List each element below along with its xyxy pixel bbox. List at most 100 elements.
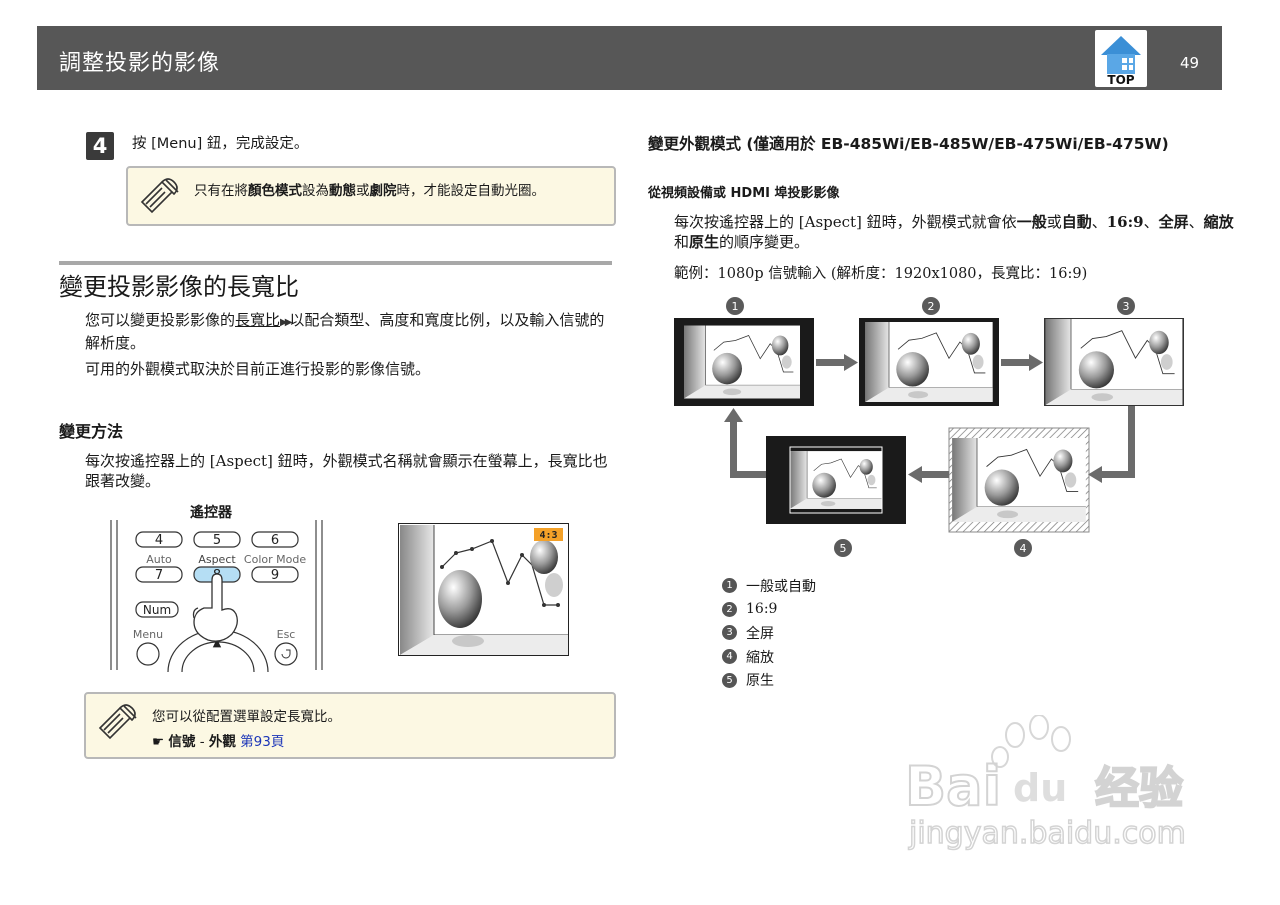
mode-zoom-frame bbox=[948, 427, 1090, 533]
legend-label: 原生 bbox=[746, 673, 774, 690]
legend-item: 5 原生 bbox=[722, 668, 816, 692]
memo-pencil-icon bbox=[140, 178, 179, 214]
section-divider bbox=[59, 261, 612, 265]
key-caption: Esc bbox=[277, 628, 296, 641]
key-label: Num bbox=[143, 603, 171, 617]
mode-16-9-frame bbox=[859, 318, 999, 406]
key-caption: Aspect bbox=[198, 553, 236, 566]
key-caption: Color Mode bbox=[244, 553, 306, 566]
aspect-badge: 4:3 bbox=[539, 530, 557, 541]
page-number: 49 bbox=[1180, 54, 1200, 72]
theatre-term: 劇院 bbox=[369, 183, 397, 199]
watermark-paw-text: du bbox=[1013, 766, 1067, 810]
ref-signal: 信號 bbox=[168, 734, 196, 750]
para-text: 或 bbox=[1046, 213, 1062, 231]
mode-native-frame bbox=[766, 436, 906, 524]
glossary-arrow-icon: ▶▶ bbox=[280, 317, 293, 328]
mode-normal-frame bbox=[674, 318, 814, 406]
watermark-url: jingyan.baidu.com bbox=[908, 816, 1186, 851]
legend-item: 1 一般或自動 bbox=[722, 574, 816, 598]
watermark-brand: Bai bbox=[905, 755, 1001, 818]
legend-number: 5 bbox=[722, 672, 737, 688]
mode-auto: 自動 bbox=[1061, 213, 1092, 231]
mode-native: 原生 bbox=[689, 233, 720, 251]
key-label: 6 bbox=[271, 533, 279, 548]
key-caption: Menu bbox=[133, 628, 163, 641]
mode-full: 全屏 bbox=[1158, 213, 1189, 231]
legend-label: 縮放 bbox=[746, 649, 774, 666]
example-line: 範例：1080p 信號輸入 (解析度：1920x1080，長寬比：16:9) bbox=[674, 266, 1088, 282]
marker-label: 5 bbox=[840, 542, 847, 555]
remote-caption: 遙控器 bbox=[190, 505, 232, 521]
right-paragraph: 每次按遙控器上的 [Aspect] 鈕時，外觀模式就會依一般或自動、16:9、全… bbox=[674, 212, 1234, 252]
baidu-watermark: Bai du 经验 jingyan.baidu.com bbox=[905, 715, 1187, 852]
note-box: 只有在將顏色模式設為動態或劇院時，才能設定自動光圈。 bbox=[126, 166, 616, 226]
key-label: 4 bbox=[155, 533, 163, 548]
home-icon bbox=[1101, 36, 1141, 74]
step-text: 按 [Menu] 鈕，完成設定。 bbox=[132, 136, 309, 152]
legend-number: 2 bbox=[722, 601, 737, 617]
key-caption: Auto bbox=[146, 553, 172, 566]
mode-normal: 一般 bbox=[1016, 213, 1047, 231]
aspect-mode-cycle-diagram: 1 2 3 5 4 bbox=[674, 297, 1184, 557]
legend-item: 3 全屏 bbox=[722, 621, 816, 645]
intro-text: 您可以變更投影影像的 bbox=[85, 311, 236, 329]
mode-zoom: 縮放 bbox=[1203, 213, 1234, 231]
note-box-2: 您可以從配置選單設定長寬比。 ☛ 信號 - 外觀 第93頁 bbox=[84, 692, 616, 759]
mode-16-9: 16:9 bbox=[1106, 213, 1144, 231]
intro-paragraph-2: 可用的外觀模式取決於目前正進行投影的影像信號。 bbox=[85, 360, 431, 378]
top-label: TOP bbox=[1107, 73, 1134, 87]
para-text: 和 bbox=[674, 233, 690, 251]
marker-label: 3 bbox=[1123, 300, 1130, 313]
key-label: 9 bbox=[271, 568, 279, 583]
menu-key bbox=[136, 642, 160, 666]
projected-screen-illustration: 4:3 bbox=[398, 523, 569, 656]
ref-separator: - bbox=[195, 734, 209, 750]
legend-number: 4 bbox=[722, 649, 737, 665]
marker-label: 2 bbox=[928, 300, 935, 313]
color-mode-term: 顏色模式 bbox=[248, 183, 302, 199]
key-label: 7 bbox=[155, 568, 163, 583]
pressing-finger-icon bbox=[192, 573, 238, 642]
legend-item: 2 16:9 bbox=[722, 598, 816, 622]
note-text: 只有在將顏色模式設為動態或劇院時，才能設定自動光圈。 bbox=[194, 179, 545, 199]
menu-reference: ☛ 信號 - 外觀 第93頁 bbox=[152, 730, 284, 750]
page-93-link[interactable]: 第93頁 bbox=[240, 734, 284, 750]
right-section-title: 變更外觀模式 (僅適用於 EB-485Wi/EB-485W/EB-475Wi/E… bbox=[648, 135, 1169, 153]
pointing-hand-icon: ☛ bbox=[152, 734, 165, 750]
legend-label: 全屏 bbox=[746, 625, 774, 642]
baidu-paw-icon bbox=[991, 715, 1071, 768]
key-label: 5 bbox=[213, 533, 221, 548]
watermark-cn: 经验 bbox=[1095, 763, 1183, 814]
note-text-part: 時，才能設定自動光圈。 bbox=[396, 183, 546, 199]
ref-aspect: 外觀 bbox=[208, 734, 236, 750]
mode-full-frame bbox=[1044, 318, 1184, 406]
para-text: 每次按遙控器上的 [Aspect] 鈕時，外觀模式就會依 bbox=[674, 213, 1017, 231]
note-text: 您可以從配置選單設定長寬比。 bbox=[152, 709, 341, 725]
aspect-ratio-glossary-link[interactable]: 長寬比 bbox=[235, 311, 280, 329]
esc-key bbox=[274, 642, 298, 666]
section-title: 變更投影影像的長寬比 bbox=[59, 273, 299, 301]
legend-number: 1 bbox=[722, 578, 737, 594]
note-text-part: 只有在將 bbox=[194, 183, 248, 199]
right-subtitle: 從視頻設備或 HDMI 埠投影影像 bbox=[648, 186, 840, 201]
para-text: 的順序變更。 bbox=[719, 233, 810, 251]
remote-control-illustration: 4 5 6 Auto Aspect Color Mode 7 8 9 Num M… bbox=[110, 520, 323, 672]
diagram-legend: 1 一般或自動 2 16:9 3 全屏 4 縮放 5 原生 bbox=[722, 574, 816, 692]
step-badge: 4 bbox=[86, 132, 114, 160]
subsection-title: 變更方法 bbox=[59, 422, 124, 441]
para-text: 、 bbox=[1143, 213, 1159, 231]
marker-label: 1 bbox=[732, 300, 739, 313]
note-text-part: 或 bbox=[356, 183, 370, 199]
marker-label: 4 bbox=[1020, 542, 1027, 555]
page-title: 調整投影的影像 bbox=[59, 51, 221, 76]
method-paragraph: 每次按遙控器上的 [Aspect] 鈕時，外觀模式名稱就會顯示在螢幕上，長寬比也… bbox=[85, 452, 608, 490]
top-button[interactable]: TOP bbox=[1095, 30, 1147, 87]
memo-pencil-icon bbox=[98, 704, 137, 740]
para-text: 、 bbox=[1091, 213, 1107, 231]
dynamic-term: 動態 bbox=[329, 183, 356, 199]
legend-label: 16:9 bbox=[746, 601, 778, 618]
legend-item: 4 縮放 bbox=[722, 645, 816, 669]
note-text-part: 設為 bbox=[302, 183, 329, 199]
legend-number: 3 bbox=[722, 625, 737, 641]
